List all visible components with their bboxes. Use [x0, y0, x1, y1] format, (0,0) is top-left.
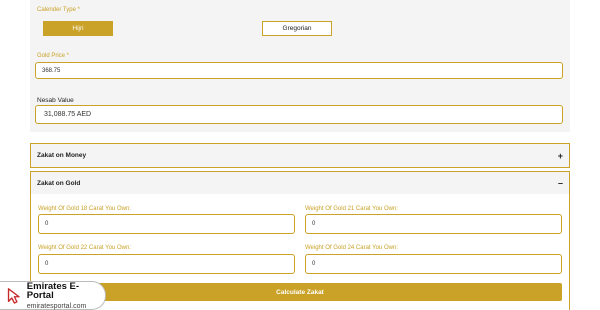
gold-22-label: Weight Of Gold 22 Carat You Own:: [38, 245, 131, 251]
nesab-value-field: 31,088.75 AED: [35, 105, 563, 124]
gregorian-button[interactable]: Gregorian: [262, 21, 332, 36]
accordion-zakat-money[interactable]: Zakat on Money +: [30, 143, 570, 168]
cursor-logo-icon: [7, 288, 20, 304]
calculate-zakat-button[interactable]: Calculate Zakat: [38, 283, 562, 301]
gold-24-value: 0: [312, 261, 316, 267]
gold-18-input[interactable]: 0: [38, 214, 295, 234]
expand-plus-icon[interactable]: +: [558, 151, 563, 161]
gold-21-label: Weight Of Gold 21 Carat You Own:: [305, 206, 398, 212]
gold-22-value: 0: [45, 261, 49, 267]
gold-24-input[interactable]: 0: [305, 254, 562, 274]
accordion-zakat-gold-header[interactable]: Zakat on Gold –: [31, 172, 569, 194]
accordion-zakat-gold-title: Zakat on Gold: [37, 179, 81, 187]
gold-21-input[interactable]: 0: [305, 214, 562, 234]
nesab-value-label: Nesab Value: [37, 97, 74, 104]
gold-18-label: Weight Of Gold 18 Carat You Own:: [38, 206, 131, 212]
gold-24-label: Weight Of Gold 24 Carat You Own:: [305, 245, 398, 251]
accordion-zakat-money-title: Zakat on Money: [37, 152, 87, 159]
gold-price-label: Gold Price *: [37, 53, 70, 59]
hijri-button[interactable]: Hijri: [43, 21, 113, 36]
watermark-name: Emirates E-Portal: [26, 280, 80, 301]
calendar-type-label: Calender Type *: [37, 7, 80, 13]
gold-22-input[interactable]: 0: [38, 254, 295, 274]
gold-18-value: 0: [45, 221, 49, 227]
collapse-minus-icon[interactable]: –: [558, 178, 563, 188]
accordion-zakat-money-header[interactable]: Zakat on Money +: [31, 144, 569, 167]
nesab-value: 31,088.75 AED: [44, 111, 92, 118]
watermark-site: emiratesportal.com: [26, 302, 87, 310]
gold-21-value: 0: [312, 221, 316, 227]
gold-price-value: 368.75: [42, 67, 61, 74]
gold-price-input[interactable]: 368.75: [35, 62, 563, 79]
watermark-badge: Emirates E-Portal emiratesportal.com: [0, 281, 106, 310]
